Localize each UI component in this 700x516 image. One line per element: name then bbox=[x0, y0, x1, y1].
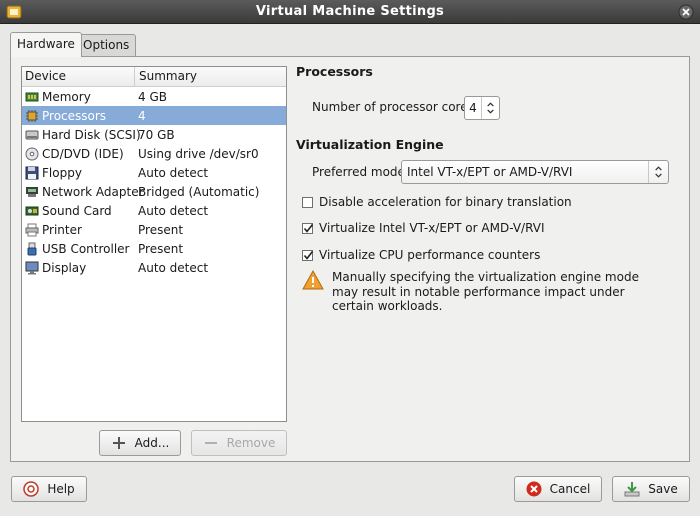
device-summary: Bridged (Automatic) bbox=[138, 184, 260, 199]
floppy-icon bbox=[25, 166, 39, 179]
device-label: Display bbox=[42, 260, 87, 275]
device-label: Hard Disk (SCSI) bbox=[42, 127, 141, 142]
checkbox-label: Virtualize Intel VT-x/EPT or AMD-V/RVI bbox=[319, 221, 545, 235]
dropdown-arrows-icon bbox=[648, 161, 662, 183]
device-summary: Present bbox=[138, 222, 184, 237]
checkbox-checked[interactable] bbox=[302, 249, 314, 261]
tab-options[interactable]: Options bbox=[76, 34, 137, 56]
device-row-memory[interactable]: Memory 4 GB bbox=[22, 87, 286, 106]
settings-window: Hardware Options Device Summary Memory 4… bbox=[0, 24, 700, 516]
warning-message: Manually specifying the virtualization e… bbox=[302, 270, 652, 314]
preferred-mode-value: Intel VT-x/EPT or AMD-V/RVI bbox=[407, 165, 573, 179]
device-row-hard-disk[interactable]: Hard Disk (SCSI) 70 GB bbox=[22, 125, 286, 144]
device-label: Network Adapter bbox=[42, 184, 144, 199]
device-summary: Auto detect bbox=[138, 203, 209, 218]
add-button-label: Add... bbox=[134, 436, 170, 450]
device-row-printer[interactable]: Printer Present bbox=[22, 220, 286, 239]
warning-icon bbox=[302, 270, 324, 290]
virtualization-section-title: Virtualization Engine bbox=[296, 137, 444, 152]
save-button-label: Save bbox=[648, 482, 678, 496]
device-label: Printer bbox=[42, 222, 82, 237]
remove-device-button[interactable]: Remove bbox=[191, 430, 287, 456]
cancel-button-label: Cancel bbox=[549, 482, 591, 496]
tab-hardware[interactable]: Hardware bbox=[10, 32, 82, 57]
plus-icon bbox=[112, 437, 125, 449]
cores-value: 4 bbox=[469, 101, 477, 115]
device-label: Floppy bbox=[42, 165, 82, 180]
help-button[interactable]: Help bbox=[11, 476, 87, 502]
column-header-device[interactable]: Device bbox=[22, 67, 135, 86]
preferred-mode-select[interactable]: Intel VT-x/EPT or AMD-V/RVI bbox=[401, 160, 669, 184]
usb-icon bbox=[27, 242, 37, 255]
processors-section-title: Processors bbox=[296, 64, 373, 79]
cd-dvd-icon bbox=[25, 147, 39, 160]
window-title: Virtual Machine Settings bbox=[255, 4, 445, 19]
device-summary: Auto detect bbox=[138, 260, 209, 275]
virtualize-vtx-checkbox[interactable]: Virtualize Intel VT-x/EPT or AMD-V/RVI bbox=[302, 221, 545, 235]
remove-button-label: Remove bbox=[226, 436, 276, 450]
device-label: Memory bbox=[42, 89, 91, 104]
virtualize-perf-counters-checkbox[interactable]: Virtualize CPU performance counters bbox=[302, 248, 540, 262]
checkbox-checked[interactable] bbox=[302, 222, 314, 234]
checkbox-unchecked[interactable] bbox=[302, 196, 313, 208]
save-button[interactable]: Save bbox=[612, 476, 690, 502]
spinner-arrows-icon[interactable] bbox=[481, 97, 499, 119]
device-row-processors[interactable]: Processors 4 bbox=[22, 106, 286, 125]
add-device-button[interactable]: Add... bbox=[99, 430, 181, 456]
device-summary: Using drive /dev/sr0 bbox=[138, 146, 259, 161]
column-header-summary[interactable]: Summary bbox=[135, 67, 286, 86]
display-icon bbox=[25, 261, 39, 274]
close-icon[interactable] bbox=[678, 4, 694, 20]
warning-text: Manually specifying the virtualization e… bbox=[332, 270, 639, 313]
device-row-cd-dvd[interactable]: CD/DVD (IDE) Using drive /dev/sr0 bbox=[22, 144, 286, 163]
processor-icon bbox=[26, 109, 38, 122]
checkbox-label: Virtualize CPU performance counters bbox=[319, 248, 541, 262]
device-row-network-adapter[interactable]: Network Adapter Bridged (Automatic) bbox=[22, 182, 286, 201]
checkmark-icon bbox=[303, 223, 314, 233]
sound-card-icon bbox=[25, 206, 39, 215]
checkmark-icon bbox=[303, 250, 314, 260]
device-list[interactable]: Device Summary Memory 4 GB Processors 4 bbox=[21, 66, 287, 422]
device-label: Processors bbox=[42, 108, 107, 123]
disable-acceleration-checkbox[interactable]: Disable acceleration for binary translat… bbox=[302, 195, 572, 209]
device-label: USB Controller bbox=[42, 241, 130, 256]
device-row-usb-controller[interactable]: USB Controller Present bbox=[22, 239, 286, 258]
device-row-floppy[interactable]: Floppy Auto detect bbox=[22, 163, 286, 182]
device-summary: Auto detect bbox=[138, 165, 209, 180]
cancel-button[interactable]: Cancel bbox=[514, 476, 602, 502]
device-row-sound-card[interactable]: Sound Card Auto detect bbox=[22, 201, 286, 220]
title-bar: Virtual Machine Settings bbox=[0, 0, 700, 24]
checkbox-label: Disable acceleration for binary translat… bbox=[319, 195, 572, 209]
list-header: Device Summary bbox=[22, 67, 286, 87]
device-summary: 4 bbox=[138, 108, 146, 123]
network-adapter-icon bbox=[26, 186, 38, 197]
device-label: CD/DVD (IDE) bbox=[42, 146, 124, 161]
device-summary: Present bbox=[138, 241, 184, 256]
device-label: Sound Card bbox=[42, 203, 112, 218]
preferred-mode-label: Preferred mode: bbox=[312, 165, 409, 179]
device-row-display[interactable]: Display Auto detect bbox=[22, 258, 286, 277]
hard-disk-icon bbox=[25, 130, 39, 139]
memory-icon bbox=[25, 92, 39, 101]
cores-spinner[interactable]: 4 bbox=[464, 96, 500, 120]
help-button-label: Help bbox=[47, 482, 75, 496]
device-summary: 4 GB bbox=[138, 89, 167, 104]
help-icon bbox=[23, 481, 40, 497]
device-summary: 70 GB bbox=[138, 127, 175, 142]
minus-icon bbox=[204, 442, 217, 444]
cancel-icon bbox=[526, 481, 542, 497]
cores-label: Number of processor cores: bbox=[312, 100, 478, 114]
save-icon bbox=[624, 482, 640, 497]
printer-icon bbox=[25, 223, 39, 236]
